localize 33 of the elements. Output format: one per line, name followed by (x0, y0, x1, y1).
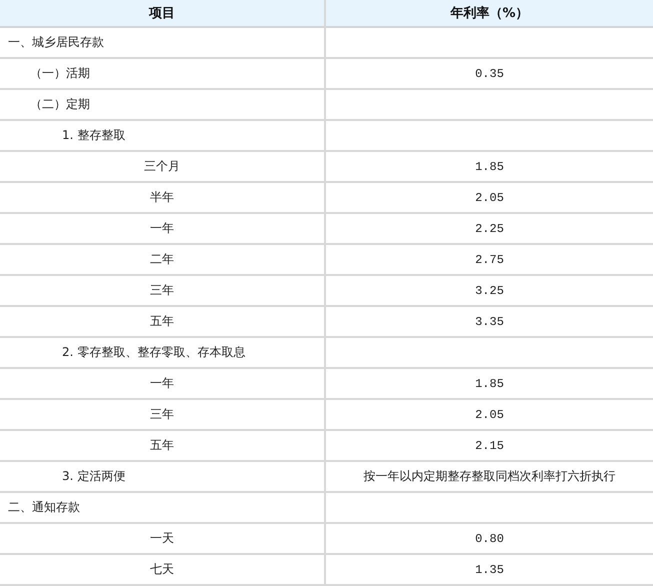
table-cell: 3.25 (475, 284, 504, 298)
table-cell: 一天 (150, 530, 174, 547)
table-cell: 1.85 (475, 376, 504, 390)
table-cell: 一年 (150, 220, 174, 237)
table-cell: 七天 (150, 561, 174, 578)
table-cell: 2.75 (475, 252, 504, 266)
table-cell: 0.35 (475, 66, 504, 80)
column-header: 项目 (0, 0, 326, 28)
table-cell: 一年 (150, 375, 174, 392)
table-cell: 3.35 (475, 314, 504, 328)
table-cell: 1.85 (475, 160, 504, 174)
table-cell: 二年 (150, 251, 174, 268)
column-header: 年利率（%） (326, 0, 653, 28)
table-cell: 二、通知存款 (8, 499, 80, 516)
table-cell: 2.15 (475, 438, 504, 452)
table-cell: 按一年以内定期整存整取同档次利率打六折执行 (364, 468, 616, 485)
table-cell: 三个月 (144, 158, 180, 175)
table-cell: 2.25 (475, 222, 504, 236)
table-cell: 1.35 (475, 562, 504, 576)
table-cell: 一、城乡居民存款 (8, 34, 104, 51)
table-cell: 2.05 (475, 408, 504, 422)
table-cell: 2. 零存整取、整存零取、存本取息 (62, 344, 246, 361)
table-cell: 2.05 (475, 190, 504, 204)
table-cell: 0.80 (475, 532, 504, 546)
table-cell: 五年 (150, 437, 174, 454)
table-cell: 1. 整存整取 (62, 127, 126, 144)
table-cell: 五年 (150, 313, 174, 330)
table-cell: （二）定期 (30, 96, 90, 113)
table-cell: 三年 (150, 406, 174, 423)
table-cell: 3. 定活两便 (62, 468, 126, 485)
table-cell: 三年 (150, 282, 174, 299)
table-cell: 半年 (150, 189, 174, 206)
table-cell: （一）活期 (30, 65, 90, 82)
